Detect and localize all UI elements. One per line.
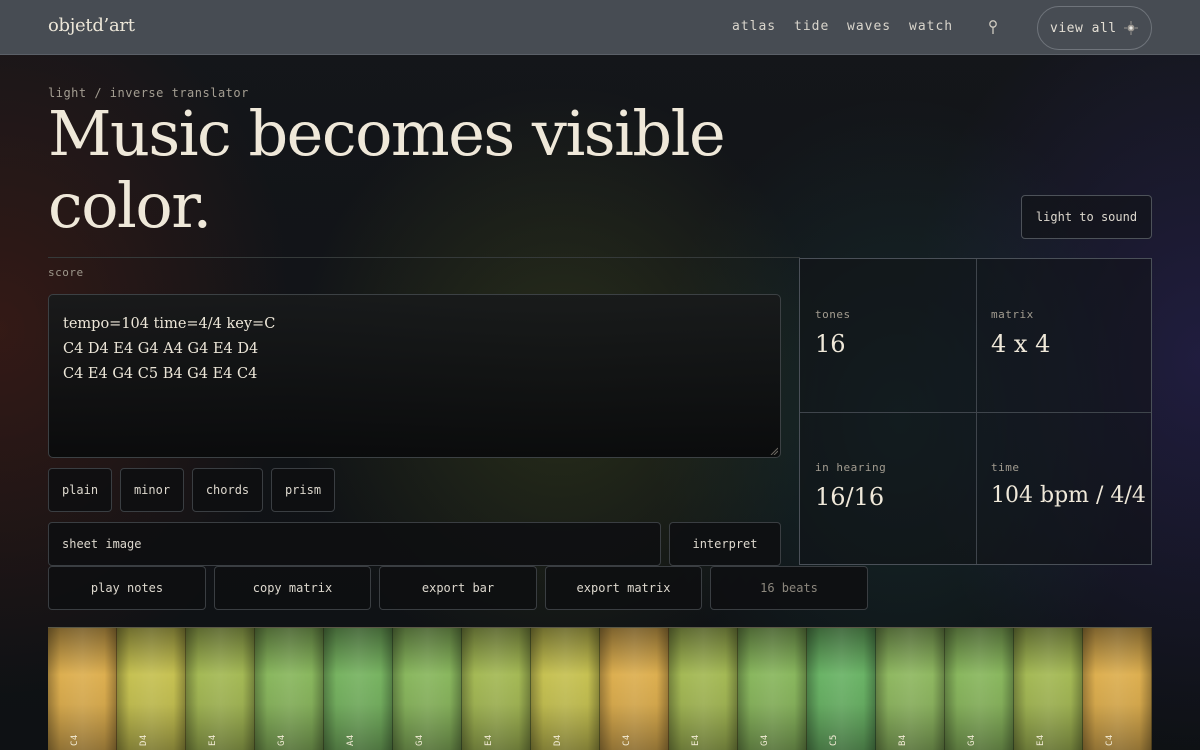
- stats-grid: tones 16 matrix 4 x 4 in hearing 16/16 t…: [799, 258, 1152, 565]
- color-swatch[interactable]: D4: [531, 628, 600, 750]
- swatch-shading: [669, 628, 738, 750]
- swatch-note-label: A4: [346, 734, 356, 746]
- sheet-image-input[interactable]: sheet image: [48, 522, 661, 566]
- preset-plain-button[interactable]: plain: [48, 468, 112, 512]
- swatch-note-label: G4: [277, 734, 287, 746]
- section-divider: [48, 257, 800, 258]
- tones-value: 16: [815, 330, 846, 358]
- sparkle-icon: [1124, 21, 1138, 35]
- page-title-line-2: color.: [48, 169, 212, 242]
- color-swatch[interactable]: C4: [48, 628, 117, 750]
- swatch-note-label: C4: [622, 734, 632, 746]
- color-swatch[interactable]: E4: [462, 628, 531, 750]
- in-hearing-value: 16/16: [815, 483, 885, 511]
- top-nav-bar: objetd’art atlas tide waves watch view a…: [0, 0, 1200, 55]
- swatch-shading: [1083, 628, 1152, 750]
- nav-link-atlas[interactable]: atlas: [732, 19, 776, 34]
- matrix-label: matrix: [991, 308, 1034, 321]
- page-title-line-1: Music becomes visible: [48, 97, 726, 170]
- swatch-shading: [945, 628, 1014, 750]
- color-swatch[interactable]: G4: [945, 628, 1014, 750]
- color-swatch[interactable]: A4: [324, 628, 393, 750]
- preset-chords-button[interactable]: chords: [192, 468, 263, 512]
- beats-count-badge: 16 beats: [710, 566, 868, 610]
- color-swatch[interactable]: C5: [807, 628, 876, 750]
- resize-grip-icon[interactable]: [770, 447, 778, 455]
- swatch-note-label: C5: [829, 734, 839, 746]
- score-line: C4 E4 G4 C5 B4 G4 E4 C4: [63, 366, 258, 382]
- swatch-shading: [117, 628, 186, 750]
- swatch-note-label: G4: [967, 734, 977, 746]
- color-bar: C4 D4 E4 G4 A4 G4 E4 D4 C4 E4 G4 C5 B4 G4 E4 C4: [48, 627, 1152, 750]
- matrix-value: 4 x 4: [991, 330, 1051, 358]
- swatch-shading: [393, 628, 462, 750]
- pin-icon[interactable]: [987, 19, 999, 35]
- swatch-shading: [462, 628, 531, 750]
- view-all-button[interactable]: view all: [1037, 6, 1152, 50]
- score-line: tempo=104 time=4/4 key=C: [63, 316, 276, 332]
- swatch-note-label: G4: [415, 734, 425, 746]
- swatch-note-label: C4: [70, 734, 80, 746]
- brand-logo[interactable]: objetd’art: [48, 15, 135, 36]
- play-notes-button[interactable]: play notes: [48, 566, 206, 610]
- score-label: score: [48, 266, 84, 279]
- swatch-shading: [876, 628, 945, 750]
- stats-divider: [800, 412, 1151, 413]
- in-hearing-label: in hearing: [815, 461, 887, 474]
- swatch-shading: [48, 628, 117, 750]
- time-label: time: [991, 461, 1020, 474]
- color-swatch[interactable]: G4: [738, 628, 807, 750]
- swatch-shading: [324, 628, 393, 750]
- swatch-shading: [738, 628, 807, 750]
- swatch-note-label: E4: [691, 734, 701, 746]
- color-swatch[interactable]: G4: [255, 628, 324, 750]
- color-swatch[interactable]: D4: [117, 628, 186, 750]
- swatch-note-label: E4: [208, 734, 218, 746]
- tones-label: tones: [815, 308, 851, 321]
- color-swatch[interactable]: C4: [1083, 628, 1152, 750]
- swatch-shading: [531, 628, 600, 750]
- swatch-note-label: D4: [553, 734, 563, 746]
- copy-matrix-button[interactable]: copy matrix: [214, 566, 371, 610]
- swatch-note-label: D4: [139, 734, 149, 746]
- time-value: 104 bpm / 4/4: [991, 483, 1146, 508]
- swatch-shading: [255, 628, 324, 750]
- swatch-note-label: G4: [760, 734, 770, 746]
- swatch-note-label: E4: [484, 734, 494, 746]
- page-title: Music becomes visible color.: [48, 98, 768, 242]
- swatch-shading: [186, 628, 255, 750]
- color-swatch[interactable]: C4: [600, 628, 669, 750]
- color-swatch[interactable]: E4: [1014, 628, 1083, 750]
- view-all-label: view all: [1050, 20, 1117, 36]
- swatch-shading: [807, 628, 876, 750]
- nav-link-tide[interactable]: tide: [794, 19, 829, 34]
- swatch-note-label: C4: [1105, 734, 1115, 746]
- export-bar-button[interactable]: export bar: [379, 566, 537, 610]
- score-line: C4 D4 E4 G4 A4 G4 E4 D4: [63, 341, 259, 357]
- preset-prism-button[interactable]: prism: [271, 468, 335, 512]
- swatch-shading: [600, 628, 669, 750]
- color-swatch[interactable]: B4: [876, 628, 945, 750]
- interpret-button[interactable]: interpret: [669, 522, 781, 566]
- light-to-sound-button[interactable]: light to sound: [1021, 195, 1152, 239]
- nav-link-waves[interactable]: waves: [847, 19, 891, 34]
- preset-minor-button[interactable]: minor: [120, 468, 184, 512]
- swatch-shading: [1014, 628, 1083, 750]
- color-swatch[interactable]: G4: [393, 628, 462, 750]
- swatch-note-label: E4: [1036, 734, 1046, 746]
- export-matrix-button[interactable]: export matrix: [545, 566, 702, 610]
- score-textarea[interactable]: tempo=104 time=4/4 key=C C4 D4 E4 G4 A4 …: [48, 294, 781, 458]
- color-swatch[interactable]: E4: [186, 628, 255, 750]
- swatch-note-label: B4: [898, 734, 908, 746]
- color-swatch[interactable]: E4: [669, 628, 738, 750]
- nav-link-watch[interactable]: watch: [909, 19, 953, 34]
